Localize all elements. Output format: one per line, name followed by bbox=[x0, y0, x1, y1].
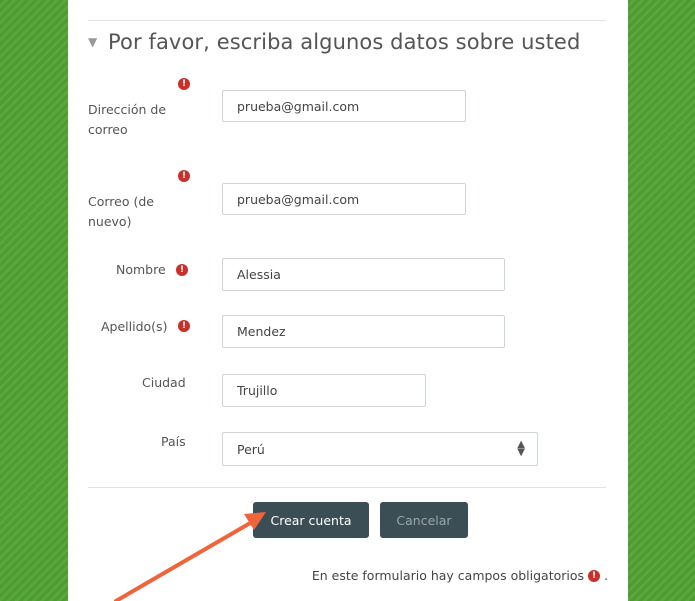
country-label: País bbox=[161, 434, 186, 449]
email-confirm-field[interactable] bbox=[222, 183, 466, 215]
required-fields-note: En este formulario hay campos obligatori… bbox=[312, 568, 608, 583]
email-field[interactable] bbox=[222, 90, 466, 122]
email-confirm-label: Correo (de nuevo) bbox=[88, 192, 154, 232]
country-select[interactable]: Perú ▲ ▼ bbox=[222, 432, 538, 466]
cancel-button[interactable]: Cancelar bbox=[380, 502, 468, 538]
lastname-field[interactable] bbox=[222, 315, 505, 348]
email-label-line2: correo bbox=[88, 122, 128, 137]
email-confirm-label-line2: nuevo) bbox=[88, 214, 132, 229]
caret-down-icon[interactable]: ▼ bbox=[88, 35, 108, 49]
required-icon: ! bbox=[176, 264, 188, 276]
email-label: Dirección de correo bbox=[88, 100, 166, 140]
signup-form-panel: ▼ Por favor, escriba algunos datos sobre… bbox=[68, 0, 628, 601]
required-icon: ! bbox=[588, 569, 601, 582]
city-field[interactable] bbox=[222, 374, 426, 407]
required-fields-note-end: . bbox=[604, 568, 608, 583]
required-fields-note-text: En este formulario hay campos obligatori… bbox=[311, 568, 585, 583]
create-account-button[interactable]: Crear cuenta bbox=[253, 502, 369, 538]
required-icon: ! bbox=[178, 170, 190, 182]
bottom-divider bbox=[88, 487, 606, 488]
required-icon: ! bbox=[178, 320, 190, 332]
top-divider bbox=[88, 20, 606, 21]
section-title: Por favor, escriba algunos datos sobre u… bbox=[108, 30, 581, 54]
email-label-line1: Dirección de bbox=[88, 102, 167, 117]
firstname-field[interactable] bbox=[222, 258, 505, 291]
required-icon: ! bbox=[178, 78, 190, 90]
country-selected-value: Perú bbox=[237, 442, 265, 457]
sort-arrows-icon: ▲ ▼ bbox=[517, 439, 525, 458]
city-label: Ciudad bbox=[142, 375, 186, 390]
firstname-label: Nombre bbox=[116, 262, 166, 277]
section-header[interactable]: ▼ Por favor, escriba algunos datos sobre… bbox=[88, 30, 580, 54]
lastname-label: Apellido(s) bbox=[101, 319, 168, 334]
email-confirm-label-line1: Correo (de bbox=[88, 194, 154, 209]
